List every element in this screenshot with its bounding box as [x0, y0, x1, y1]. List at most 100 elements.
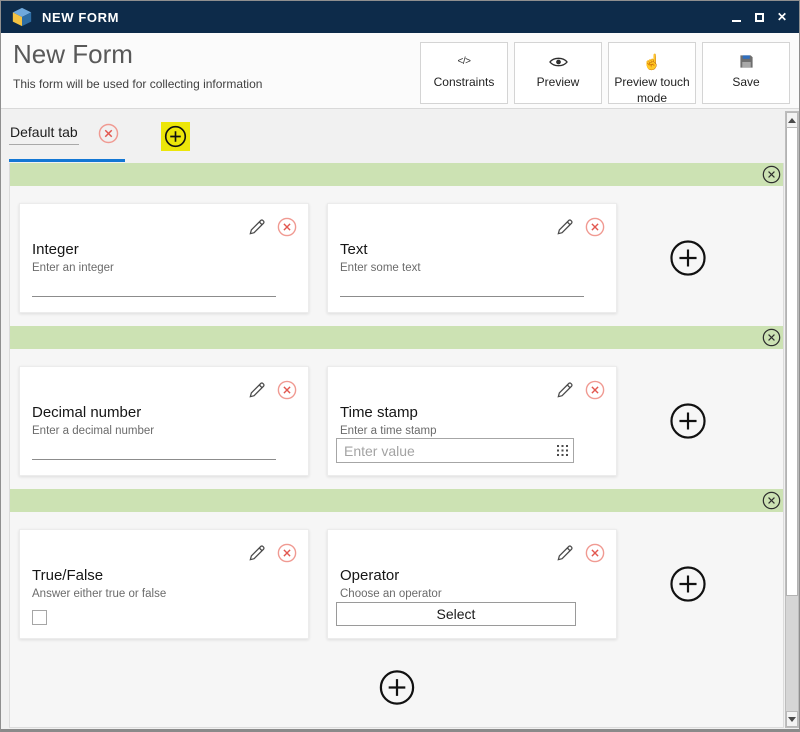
delete-field-button[interactable]: [585, 380, 605, 400]
field-description: Enter a time stamp: [340, 425, 437, 437]
circle-x-red-icon: [98, 123, 119, 144]
row-header: [10, 163, 783, 186]
edit-field-button[interactable]: [247, 217, 267, 237]
row-header: [10, 489, 783, 512]
circle-plus-icon: [669, 239, 707, 277]
add-row-button[interactable]: [378, 669, 415, 711]
pencil-icon: [247, 380, 267, 400]
field-card-truefalse: True/False Answer either true or false: [19, 529, 309, 639]
edit-field-button[interactable]: [555, 543, 575, 563]
delete-field-button[interactable]: [277, 380, 297, 400]
row: Decimal number Enter a decimal number Ti…: [10, 349, 783, 489]
add-field-button[interactable]: [669, 565, 707, 608]
delete-field-button[interactable]: [585, 217, 605, 237]
scrollbar-track[interactable]: [786, 596, 798, 711]
delete-row-button[interactable]: [762, 491, 781, 510]
circle-x-red-icon: [277, 217, 297, 237]
field-card-timestamp: Time stamp Enter a time stamp: [327, 366, 617, 476]
save-icon: [739, 53, 754, 70]
scroll-up-button[interactable]: [786, 112, 798, 128]
circle-x-red-icon: [277, 543, 297, 563]
field-card-operator: Operator Choose an operator Select: [327, 529, 617, 639]
circle-x-icon: [762, 165, 781, 184]
close-icon: ✕: [777, 11, 787, 23]
window-title: NEW FORM: [42, 10, 119, 25]
save-button[interactable]: Save: [702, 42, 790, 104]
vertical-scrollbar: [785, 111, 799, 728]
arrow-up-icon: [788, 118, 796, 123]
bottom-area: [10, 652, 783, 728]
form-header: New Form This form will be used for coll…: [1, 33, 799, 109]
app-window: NEW FORM ✕ New Form This form will be us…: [0, 0, 800, 732]
add-field-button[interactable]: [669, 402, 707, 445]
constraints-button[interactable]: </> Constraints: [420, 42, 508, 104]
preview-touch-mode-button[interactable]: ☝ Preview touch mode: [608, 42, 696, 104]
active-tab-indicator: [9, 159, 125, 162]
edit-field-button[interactable]: [247, 543, 267, 563]
decimal-input[interactable]: [32, 459, 276, 460]
edit-field-button[interactable]: [555, 217, 575, 237]
edit-field-button[interactable]: [247, 380, 267, 400]
arrow-down-icon: [788, 717, 796, 722]
pencil-icon: [555, 380, 575, 400]
field-title: Integer: [32, 241, 79, 258]
field-title: Text: [340, 241, 368, 258]
pencil-icon: [555, 217, 575, 237]
scrollbar-thumb[interactable]: [786, 128, 798, 596]
maximize-icon: [755, 13, 764, 22]
circle-plus-icon: [669, 402, 707, 440]
app-logo-icon: [11, 6, 33, 28]
field-description: Enter an integer: [32, 262, 114, 274]
preview-button-label: Preview: [537, 74, 580, 90]
scroll-down-button[interactable]: [786, 711, 798, 727]
add-tab-button[interactable]: [161, 122, 190, 151]
text-input[interactable]: [340, 296, 584, 297]
minimize-button[interactable]: [729, 10, 743, 24]
delete-row-button[interactable]: [762, 165, 781, 184]
field-title: Decimal number: [32, 404, 141, 421]
code-icon: </>: [458, 56, 471, 67]
delete-row-button[interactable]: [762, 328, 781, 347]
window-controls: ✕: [729, 10, 799, 24]
circle-x-icon: [762, 328, 781, 347]
datepicker-grid-icon[interactable]: [551, 445, 573, 456]
row-header: [10, 326, 783, 349]
circle-plus-icon: [164, 125, 187, 148]
circle-x-icon: [762, 491, 781, 510]
titlebar: NEW FORM ✕: [1, 1, 799, 33]
truefalse-checkbox[interactable]: [32, 610, 47, 625]
add-field-button[interactable]: [669, 239, 707, 282]
delete-tab-button[interactable]: [98, 123, 119, 144]
field-description: Answer either true or false: [32, 588, 166, 600]
page-title: New Form: [13, 39, 133, 70]
eye-icon: [549, 53, 568, 70]
circle-plus-icon: [378, 669, 415, 706]
touch-icon: ☝: [643, 53, 662, 71]
maximize-button[interactable]: [752, 10, 766, 24]
field-description: Choose an operator: [340, 588, 442, 600]
delete-field-button[interactable]: [277, 543, 297, 563]
tab-bar: Default tab: [1, 109, 785, 163]
circle-x-red-icon: [585, 543, 605, 563]
integer-input[interactable]: [32, 296, 276, 297]
field-title: Time stamp: [340, 404, 418, 421]
delete-field-button[interactable]: [277, 217, 297, 237]
timestamp-input[interactable]: [337, 443, 551, 459]
preview-button[interactable]: Preview: [514, 42, 602, 104]
field-card-decimal: Decimal number Enter a decimal number: [19, 366, 309, 476]
field-description: Enter a decimal number: [32, 425, 154, 437]
pencil-icon: [247, 217, 267, 237]
edit-field-button[interactable]: [555, 380, 575, 400]
field-card-text: Text Enter some text: [327, 203, 617, 313]
delete-field-button[interactable]: [585, 543, 605, 563]
minimize-icon: [732, 20, 741, 22]
preview-touch-mode-button-label: Preview touch mode: [609, 74, 695, 106]
close-button[interactable]: ✕: [775, 10, 789, 24]
circle-x-red-icon: [277, 380, 297, 400]
pencil-icon: [247, 543, 267, 563]
field-description: Enter some text: [340, 262, 421, 274]
tab-default[interactable]: Default tab: [9, 121, 119, 145]
operator-select-button[interactable]: Select: [336, 602, 576, 626]
field-title: Operator: [340, 567, 399, 584]
tab-name-field[interactable]: Default tab: [9, 121, 79, 145]
